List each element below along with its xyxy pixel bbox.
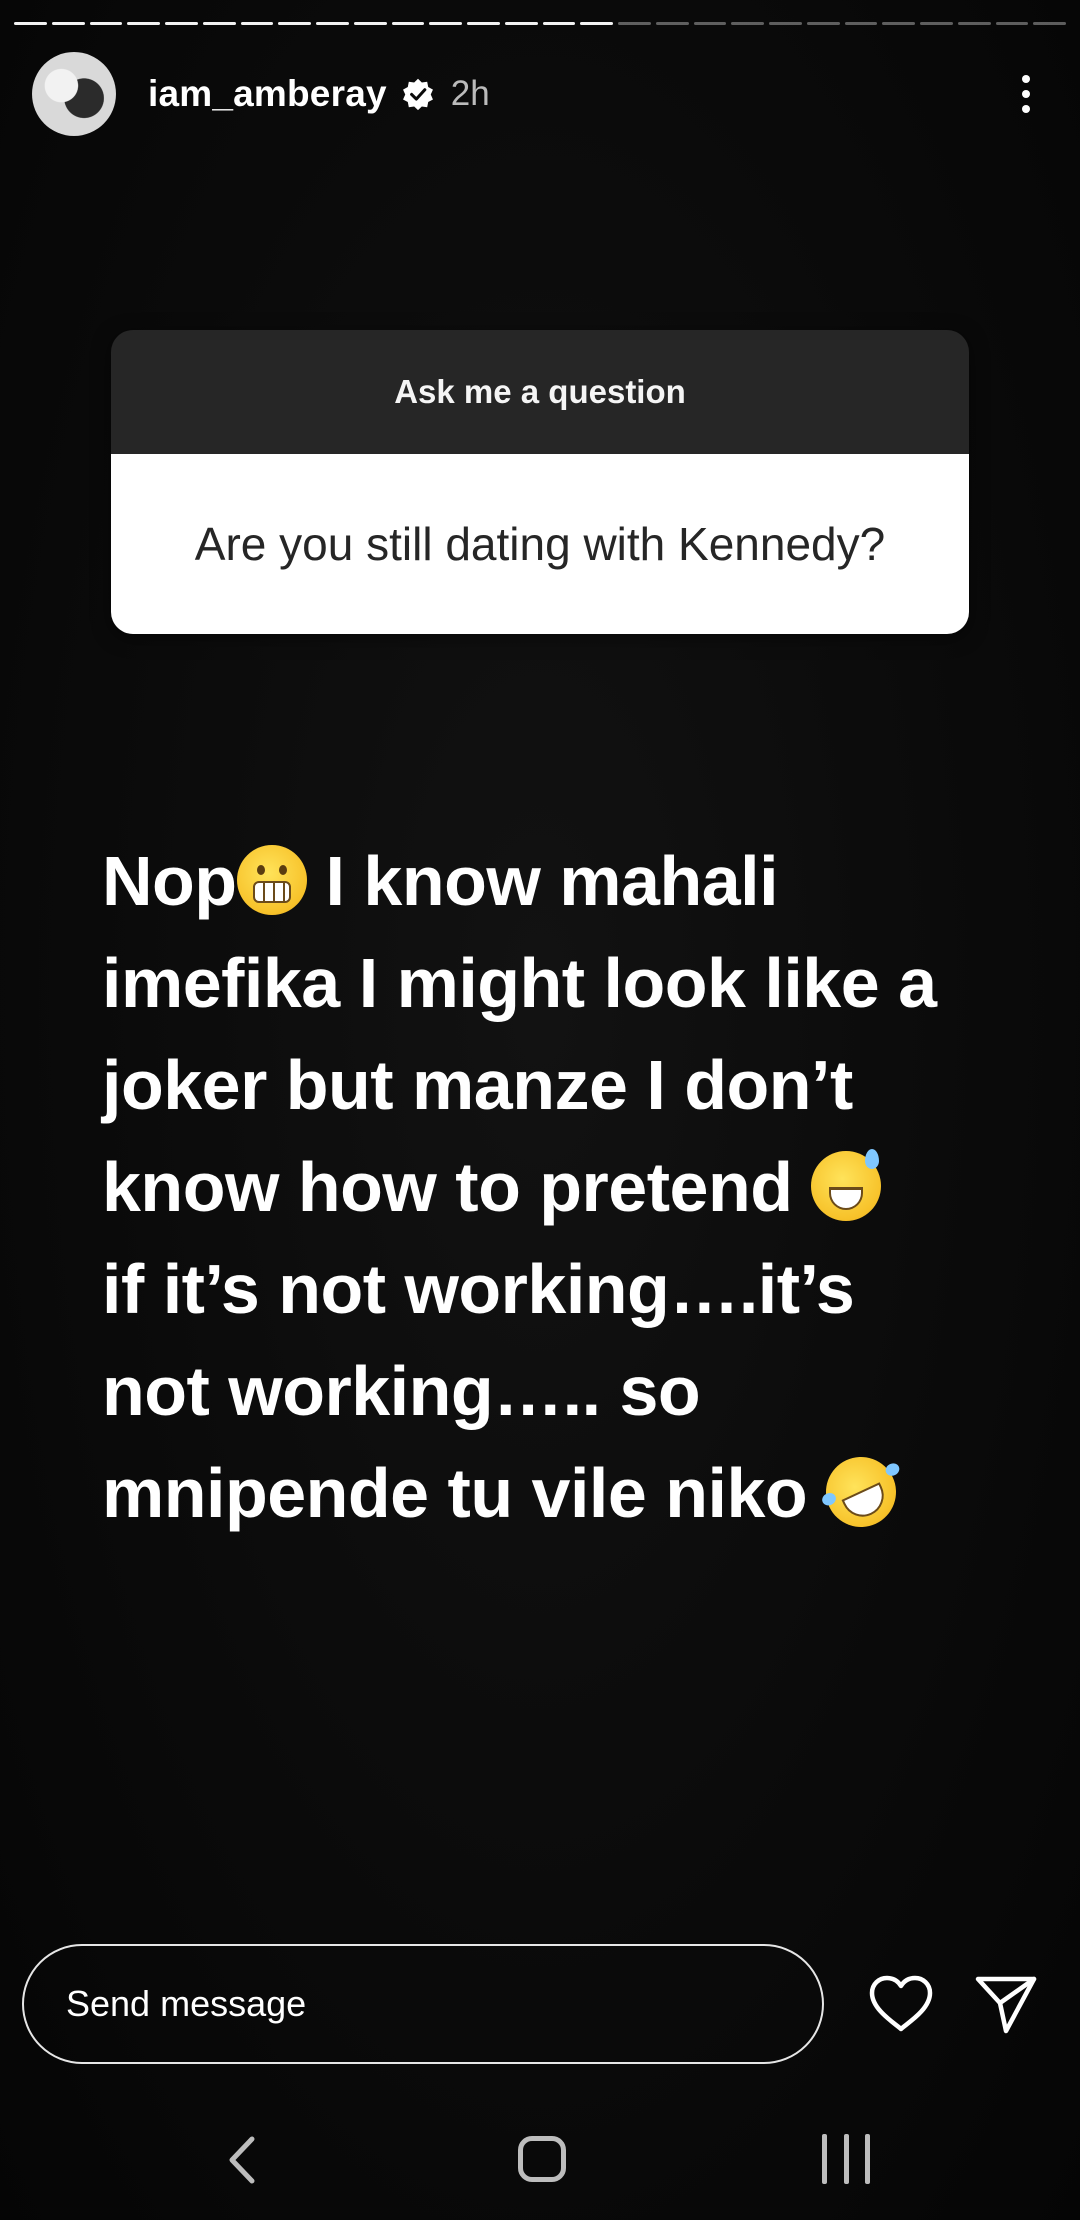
post-time: 2h (450, 74, 490, 113)
answer-line-4: know how to pretend (102, 1136, 1032, 1238)
progress-segment (14, 22, 47, 25)
system-navigation-bar (0, 2100, 1080, 2220)
rolling-on-the-floor-laughing-emoji-icon (814, 1445, 908, 1539)
verified-badge-icon (402, 78, 433, 111)
progress-segment (693, 22, 727, 25)
progress-segment (127, 22, 160, 25)
progress-segment (957, 22, 991, 25)
answer-line-2: imefika I might look like a (102, 944, 937, 1022)
username[interactable]: iam_amberay (148, 73, 387, 115)
avatar[interactable] (32, 52, 116, 136)
progress-segment (467, 22, 500, 25)
grinning-face-with-sweat-emoji-icon (811, 1149, 882, 1221)
story-viewer: iam_amberay 2h Ask me a question Are you… (0, 0, 1080, 2220)
progress-segment (165, 22, 198, 25)
answer-line-7: mnipende tu vile niko (102, 1442, 1032, 1544)
progress-segment (202, 22, 236, 25)
progress-segment (504, 22, 538, 25)
progress-segment (655, 22, 689, 25)
progress-segment (391, 22, 425, 25)
answer-line-3: joker but manze I don’t (102, 1046, 853, 1124)
send-message-input[interactable] (64, 1982, 822, 2026)
progress-segment (844, 22, 878, 25)
question-sticker-title: Ask me a question (111, 330, 969, 454)
recent-apps-icon[interactable] (822, 2134, 870, 2184)
story-header: iam_amberay 2h (32, 52, 1056, 136)
answer-line-1: Nop I know mahali (102, 842, 779, 920)
progress-segment (920, 22, 953, 25)
story-answer-text: Nop I know mahali imefika I might look l… (102, 830, 1032, 1544)
more-options-icon[interactable] (1008, 64, 1044, 124)
progress-segment (882, 22, 915, 25)
answer-line-6: not working….. so (102, 1352, 701, 1430)
progress-segment (278, 22, 311, 25)
progress-segment (353, 22, 387, 25)
progress-segment (806, 22, 840, 25)
grimacing-face-emoji-icon (236, 845, 307, 915)
progress-segment (731, 22, 764, 25)
progress-segment (240, 22, 274, 25)
send-direct-icon[interactable] (974, 1972, 1038, 2036)
progress-segment (995, 22, 1029, 25)
back-icon[interactable] (222, 2133, 262, 2187)
home-icon[interactable] (518, 2136, 566, 2182)
answer-line-5: if it’s not working….it’s (102, 1250, 855, 1328)
progress-segment (429, 22, 462, 25)
progress-segment (618, 22, 651, 25)
question-sticker[interactable]: Ask me a question Are you still dating w… (111, 330, 969, 634)
progress-segment (769, 22, 802, 25)
story-progress-bar (14, 22, 1066, 26)
progress-segment (316, 22, 349, 25)
heart-icon[interactable] (868, 1974, 934, 2034)
progress-segment (1033, 22, 1066, 25)
progress-segment (542, 22, 576, 25)
send-message-field[interactable] (22, 1944, 824, 2064)
question-sticker-question: Are you still dating with Kennedy? (111, 454, 969, 634)
progress-segment (51, 22, 85, 25)
progress-segment (89, 22, 123, 25)
progress-segment (580, 22, 613, 25)
